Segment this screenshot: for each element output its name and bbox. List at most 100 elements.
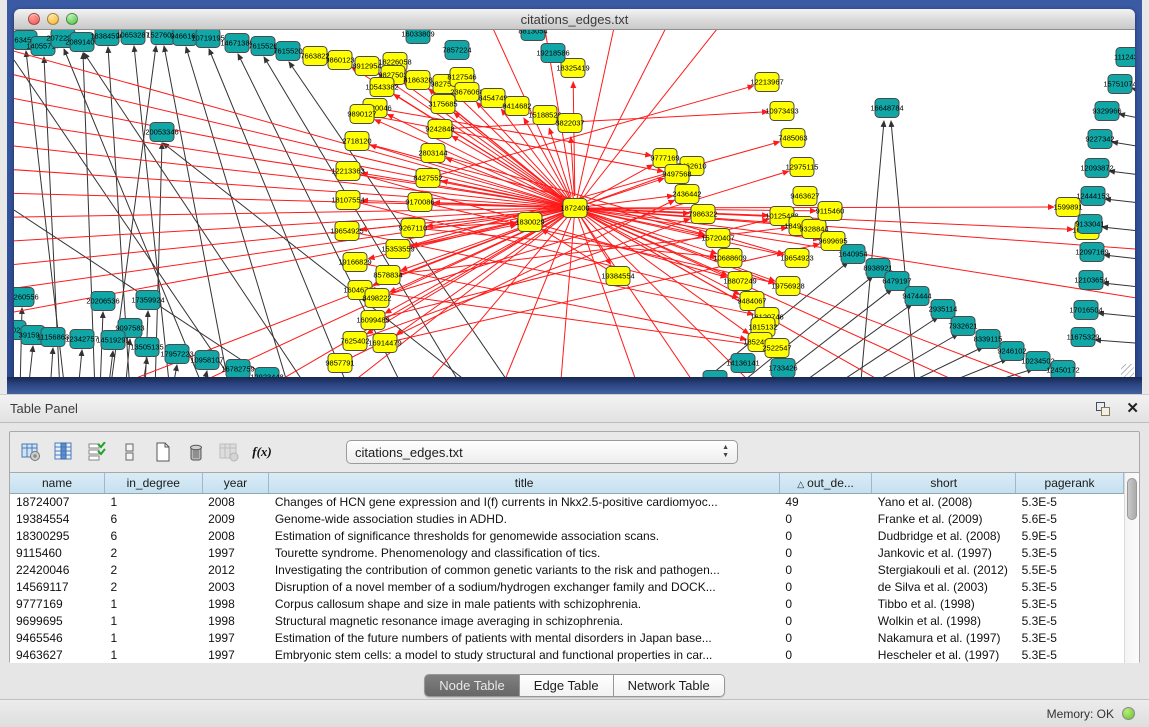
table-cell[interactable]: 49 xyxy=(779,493,871,510)
table-cell[interactable]: Tibbo et al. (1998) xyxy=(872,595,1016,612)
table-cell[interactable]: 1997 xyxy=(202,629,269,646)
table-cell[interactable]: 1 xyxy=(105,493,203,510)
table-cell[interactable]: Changes of HCN gene expression and I(f) … xyxy=(269,493,780,510)
table-cell[interactable]: 2012 xyxy=(202,561,269,578)
table-cell[interactable]: 9115460 xyxy=(10,544,105,561)
table-row[interactable]: 1830029562008Estimation of significance … xyxy=(10,527,1124,544)
table-cell[interactable]: 2003 xyxy=(202,578,269,595)
table-cell[interactable]: 5.3E-5 xyxy=(1016,544,1124,561)
table-cell[interactable]: 5.3E-5 xyxy=(1016,493,1124,510)
table-cell[interactable]: 6 xyxy=(105,510,203,527)
new-column-icon[interactable] xyxy=(152,441,174,463)
column-header-title[interactable]: title xyxy=(269,473,780,493)
table-row[interactable]: 1872400712008Changes of HCN gene express… xyxy=(10,493,1124,510)
table-cell[interactable]: 0 xyxy=(779,595,871,612)
table-cell[interactable]: 18724007 xyxy=(10,493,105,510)
table-cell[interactable]: 0 xyxy=(779,527,871,544)
column-header-year[interactable]: year xyxy=(202,473,269,493)
table-cell[interactable]: 1 xyxy=(105,612,203,629)
table-cell[interactable]: Jankovic et al. (1997) xyxy=(872,544,1016,561)
table-row[interactable]: 911546021997Tourette syndrome. Phenomeno… xyxy=(10,544,1124,561)
table-row[interactable]: 977716911998Corpus callosum shape and si… xyxy=(10,595,1124,612)
table-cell[interactable]: 2 xyxy=(105,544,203,561)
table-cell[interactable]: 2008 xyxy=(202,527,269,544)
table-cell[interactable]: 2008 xyxy=(202,493,269,510)
table-cell[interactable]: 5.3E-5 xyxy=(1016,595,1124,612)
table-cell[interactable]: 1998 xyxy=(202,595,269,612)
table-cell[interactable]: 2 xyxy=(105,578,203,595)
table-selector-dropdown[interactable]: citations_edges.txt ▲▼ xyxy=(346,440,738,464)
tab-edge-table[interactable]: Edge Table xyxy=(520,674,614,697)
column-header-out_de[interactable]: △out_de... xyxy=(779,473,871,493)
select-all-icon[interactable] xyxy=(86,441,108,463)
column-header-short[interactable]: short xyxy=(872,473,1016,493)
table-row[interactable]: 2242004622012Investigating the contribut… xyxy=(10,561,1124,578)
table-cell[interactable]: 2 xyxy=(105,561,203,578)
network-canvas[interactable]: 1872400183002998601238912954182260589827… xyxy=(14,30,1135,378)
table-row[interactable]: 946554611997Estimation of the future num… xyxy=(10,629,1124,646)
table-cell[interactable]: Franke et al. (2009) xyxy=(872,510,1016,527)
table-row[interactable]: 946362711997Embryonic stem cells: a mode… xyxy=(10,646,1124,663)
table-cell[interactable]: 0 xyxy=(779,629,871,646)
table-row[interactable]: 1938455462009Genome-wide association stu… xyxy=(10,510,1124,527)
column-header-in_degree[interactable]: in_degree xyxy=(105,473,203,493)
table-cell[interactable]: Hescheler et al. (1997) xyxy=(872,646,1016,663)
table-settings-icon[interactable] xyxy=(20,441,42,463)
table-cell[interactable]: 1 xyxy=(105,595,203,612)
table-cell[interactable]: 5.3E-5 xyxy=(1016,612,1124,629)
table-cell[interactable]: 1997 xyxy=(202,646,269,663)
table-cell[interactable]: Embryonic stem cells: a model to study s… xyxy=(269,646,780,663)
table-cell[interactable]: 9699695 xyxy=(10,612,105,629)
import-table-icon[interactable] xyxy=(218,441,240,463)
table-cell[interactable]: 18300295 xyxy=(10,527,105,544)
table-cell[interactable]: 22420046 xyxy=(10,561,105,578)
show-columns-icon[interactable] xyxy=(53,441,75,463)
table-cell[interactable]: Tourette syndrome. Phenomenology and cla… xyxy=(269,544,780,561)
table-cell[interactable]: 6 xyxy=(105,527,203,544)
tab-node-table[interactable]: Node Table xyxy=(424,674,520,697)
table-cell[interactable]: 1 xyxy=(105,629,203,646)
table-mode-icon[interactable] xyxy=(119,441,141,463)
table-cell[interactable]: 0 xyxy=(779,544,871,561)
float-panel-icon[interactable] xyxy=(1096,402,1110,416)
table-cell[interactable]: Stergiakouli et al. (2012) xyxy=(872,561,1016,578)
table-cell[interactable]: 14569117 xyxy=(10,578,105,595)
network-window-titlebar[interactable]: citations_edges.txt xyxy=(14,9,1135,30)
table-cell[interactable]: Wolkin et al. (1998) xyxy=(872,612,1016,629)
table-cell[interactable]: Yano et al. (2008) xyxy=(872,493,1016,510)
delete-column-icon[interactable] xyxy=(185,441,207,463)
table-cell[interactable]: 5.9E-5 xyxy=(1016,527,1124,544)
close-panel-icon[interactable]: ✕ xyxy=(1126,401,1139,416)
resize-grip-icon[interactable] xyxy=(1121,364,1134,377)
table-cell[interactable]: Nakamura et al. (1997) xyxy=(872,629,1016,646)
table-cell[interactable]: 9777169 xyxy=(10,595,105,612)
table-cell[interactable]: de Silva et al. (2003) xyxy=(872,578,1016,595)
table-cell[interactable]: 1 xyxy=(105,646,203,663)
table-cell[interactable]: Genome-wide association studies in ADHD. xyxy=(269,510,780,527)
table-cell[interactable]: 9465546 xyxy=(10,629,105,646)
table-cell[interactable]: 5.5E-5 xyxy=(1016,561,1124,578)
table-cell[interactable]: 9463627 xyxy=(10,646,105,663)
table-cell[interactable]: 0 xyxy=(779,612,871,629)
table-cell[interactable]: 5.3E-5 xyxy=(1016,646,1124,663)
table-scrollbar-thumb[interactable] xyxy=(1127,478,1137,520)
table-cell[interactable]: Structural magnetic resonance image aver… xyxy=(269,612,780,629)
table-cell[interactable]: Dudbridge et al. (2008) xyxy=(872,527,1016,544)
network-graph[interactable]: 1872400183002998601238912954182260589827… xyxy=(14,30,1135,378)
table-cell[interactable]: 0 xyxy=(779,578,871,595)
table-cell[interactable]: 19384554 xyxy=(10,510,105,527)
column-header-pagerank[interactable]: pagerank xyxy=(1016,473,1124,493)
table-cell[interactable]: Estimation of significance thresholds fo… xyxy=(269,527,780,544)
table-cell[interactable]: Corpus callosum shape and size in male p… xyxy=(269,595,780,612)
table-cell[interactable]: Disruption of a novel member of a sodium… xyxy=(269,578,780,595)
table-cell[interactable]: 1997 xyxy=(202,544,269,561)
table-cell[interactable]: 5.3E-5 xyxy=(1016,578,1124,595)
table-cell[interactable]: 0 xyxy=(779,646,871,663)
table-row[interactable]: 969969511998Structural magnetic resonanc… xyxy=(10,612,1124,629)
tab-network-table[interactable]: Network Table xyxy=(614,674,725,697)
table-cell[interactable]: 5.6E-5 xyxy=(1016,510,1124,527)
function-builder-icon[interactable]: f(x) xyxy=(251,441,273,463)
table-cell[interactable]: 5.3E-5 xyxy=(1016,629,1124,646)
table-row[interactable]: 1456911722003Disruption of a novel membe… xyxy=(10,578,1124,595)
table-cell[interactable]: 2009 xyxy=(202,510,269,527)
